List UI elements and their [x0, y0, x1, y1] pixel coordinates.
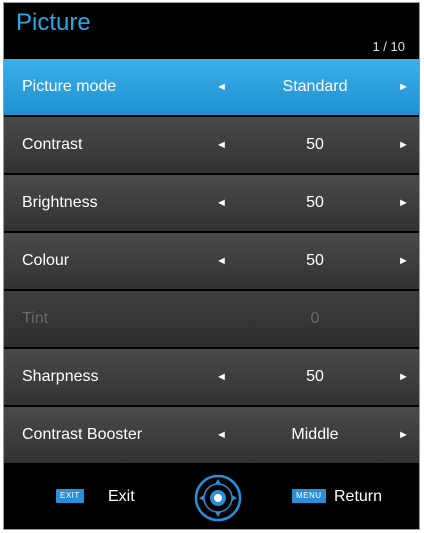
arrow-left-icon[interactable]: ◄	[216, 80, 227, 94]
setting-row-sharpness[interactable]: Sharpness ◄ 50 ►	[4, 349, 419, 405]
arrow-right-icon[interactable]: ►	[398, 254, 409, 268]
setting-row-contrast-booster[interactable]: Contrast Booster ◄ Middle ►	[4, 407, 419, 463]
return-button[interactable]: Return	[334, 488, 382, 506]
exit-button[interactable]: Exit	[108, 488, 135, 506]
setting-value: 50	[306, 194, 324, 211]
arrow-right-icon[interactable]: ►	[398, 196, 409, 210]
setting-row-picture-mode[interactable]: Picture mode ◄ Standard ►	[4, 59, 419, 115]
arrow-right-icon[interactable]: ►	[398, 80, 409, 94]
setting-row-colour[interactable]: Colour ◄ 50 ►	[4, 233, 419, 289]
setting-value: 50	[306, 252, 324, 269]
picture-menu-window: Picture 1 / 10 Picture mode ◄ Standard ►…	[3, 2, 420, 530]
menu-header: Picture 1 / 10	[4, 3, 419, 59]
menu-footer: EXIT Exit MENU Return	[4, 467, 419, 529]
setting-row-contrast[interactable]: Contrast ◄ 50 ►	[4, 117, 419, 173]
setting-label: Sharpness	[22, 368, 99, 385]
setting-label: Tint	[22, 310, 49, 327]
setting-row-tint: Tint 0	[4, 291, 419, 347]
arrow-right-icon[interactable]: ►	[398, 428, 409, 442]
page-indicator: 1 / 10	[372, 39, 405, 54]
page-title: Picture	[16, 9, 91, 36]
setting-value: Middle	[291, 426, 339, 443]
setting-label: Brightness	[22, 194, 98, 211]
menu-key-badge: MENU	[292, 489, 326, 503]
setting-row-brightness[interactable]: Brightness ◄ 50 ►	[4, 175, 419, 231]
setting-label: Contrast Booster	[22, 426, 143, 443]
arrow-left-icon[interactable]: ◄	[216, 428, 227, 442]
arrow-right-icon[interactable]: ►	[398, 370, 409, 384]
arrow-left-icon[interactable]: ◄	[216, 196, 227, 210]
setting-label: Contrast	[22, 136, 83, 153]
arrow-left-icon[interactable]: ◄	[216, 138, 227, 152]
arrow-right-icon[interactable]: ►	[398, 138, 409, 152]
settings-list: Picture mode ◄ Standard ► Contrast ◄ 50 …	[4, 59, 419, 465]
setting-value: 50	[306, 136, 324, 153]
setting-label: Colour	[22, 252, 70, 269]
setting-label: Picture mode	[22, 78, 117, 95]
setting-value: Standard	[282, 78, 348, 95]
setting-value: 50	[306, 368, 324, 385]
exit-key-badge: EXIT	[56, 489, 84, 503]
navigation-pad-icon	[194, 474, 242, 522]
arrow-left-icon[interactable]: ◄	[216, 254, 227, 268]
arrow-left-icon[interactable]: ◄	[216, 370, 227, 384]
setting-value: 0	[310, 310, 320, 327]
